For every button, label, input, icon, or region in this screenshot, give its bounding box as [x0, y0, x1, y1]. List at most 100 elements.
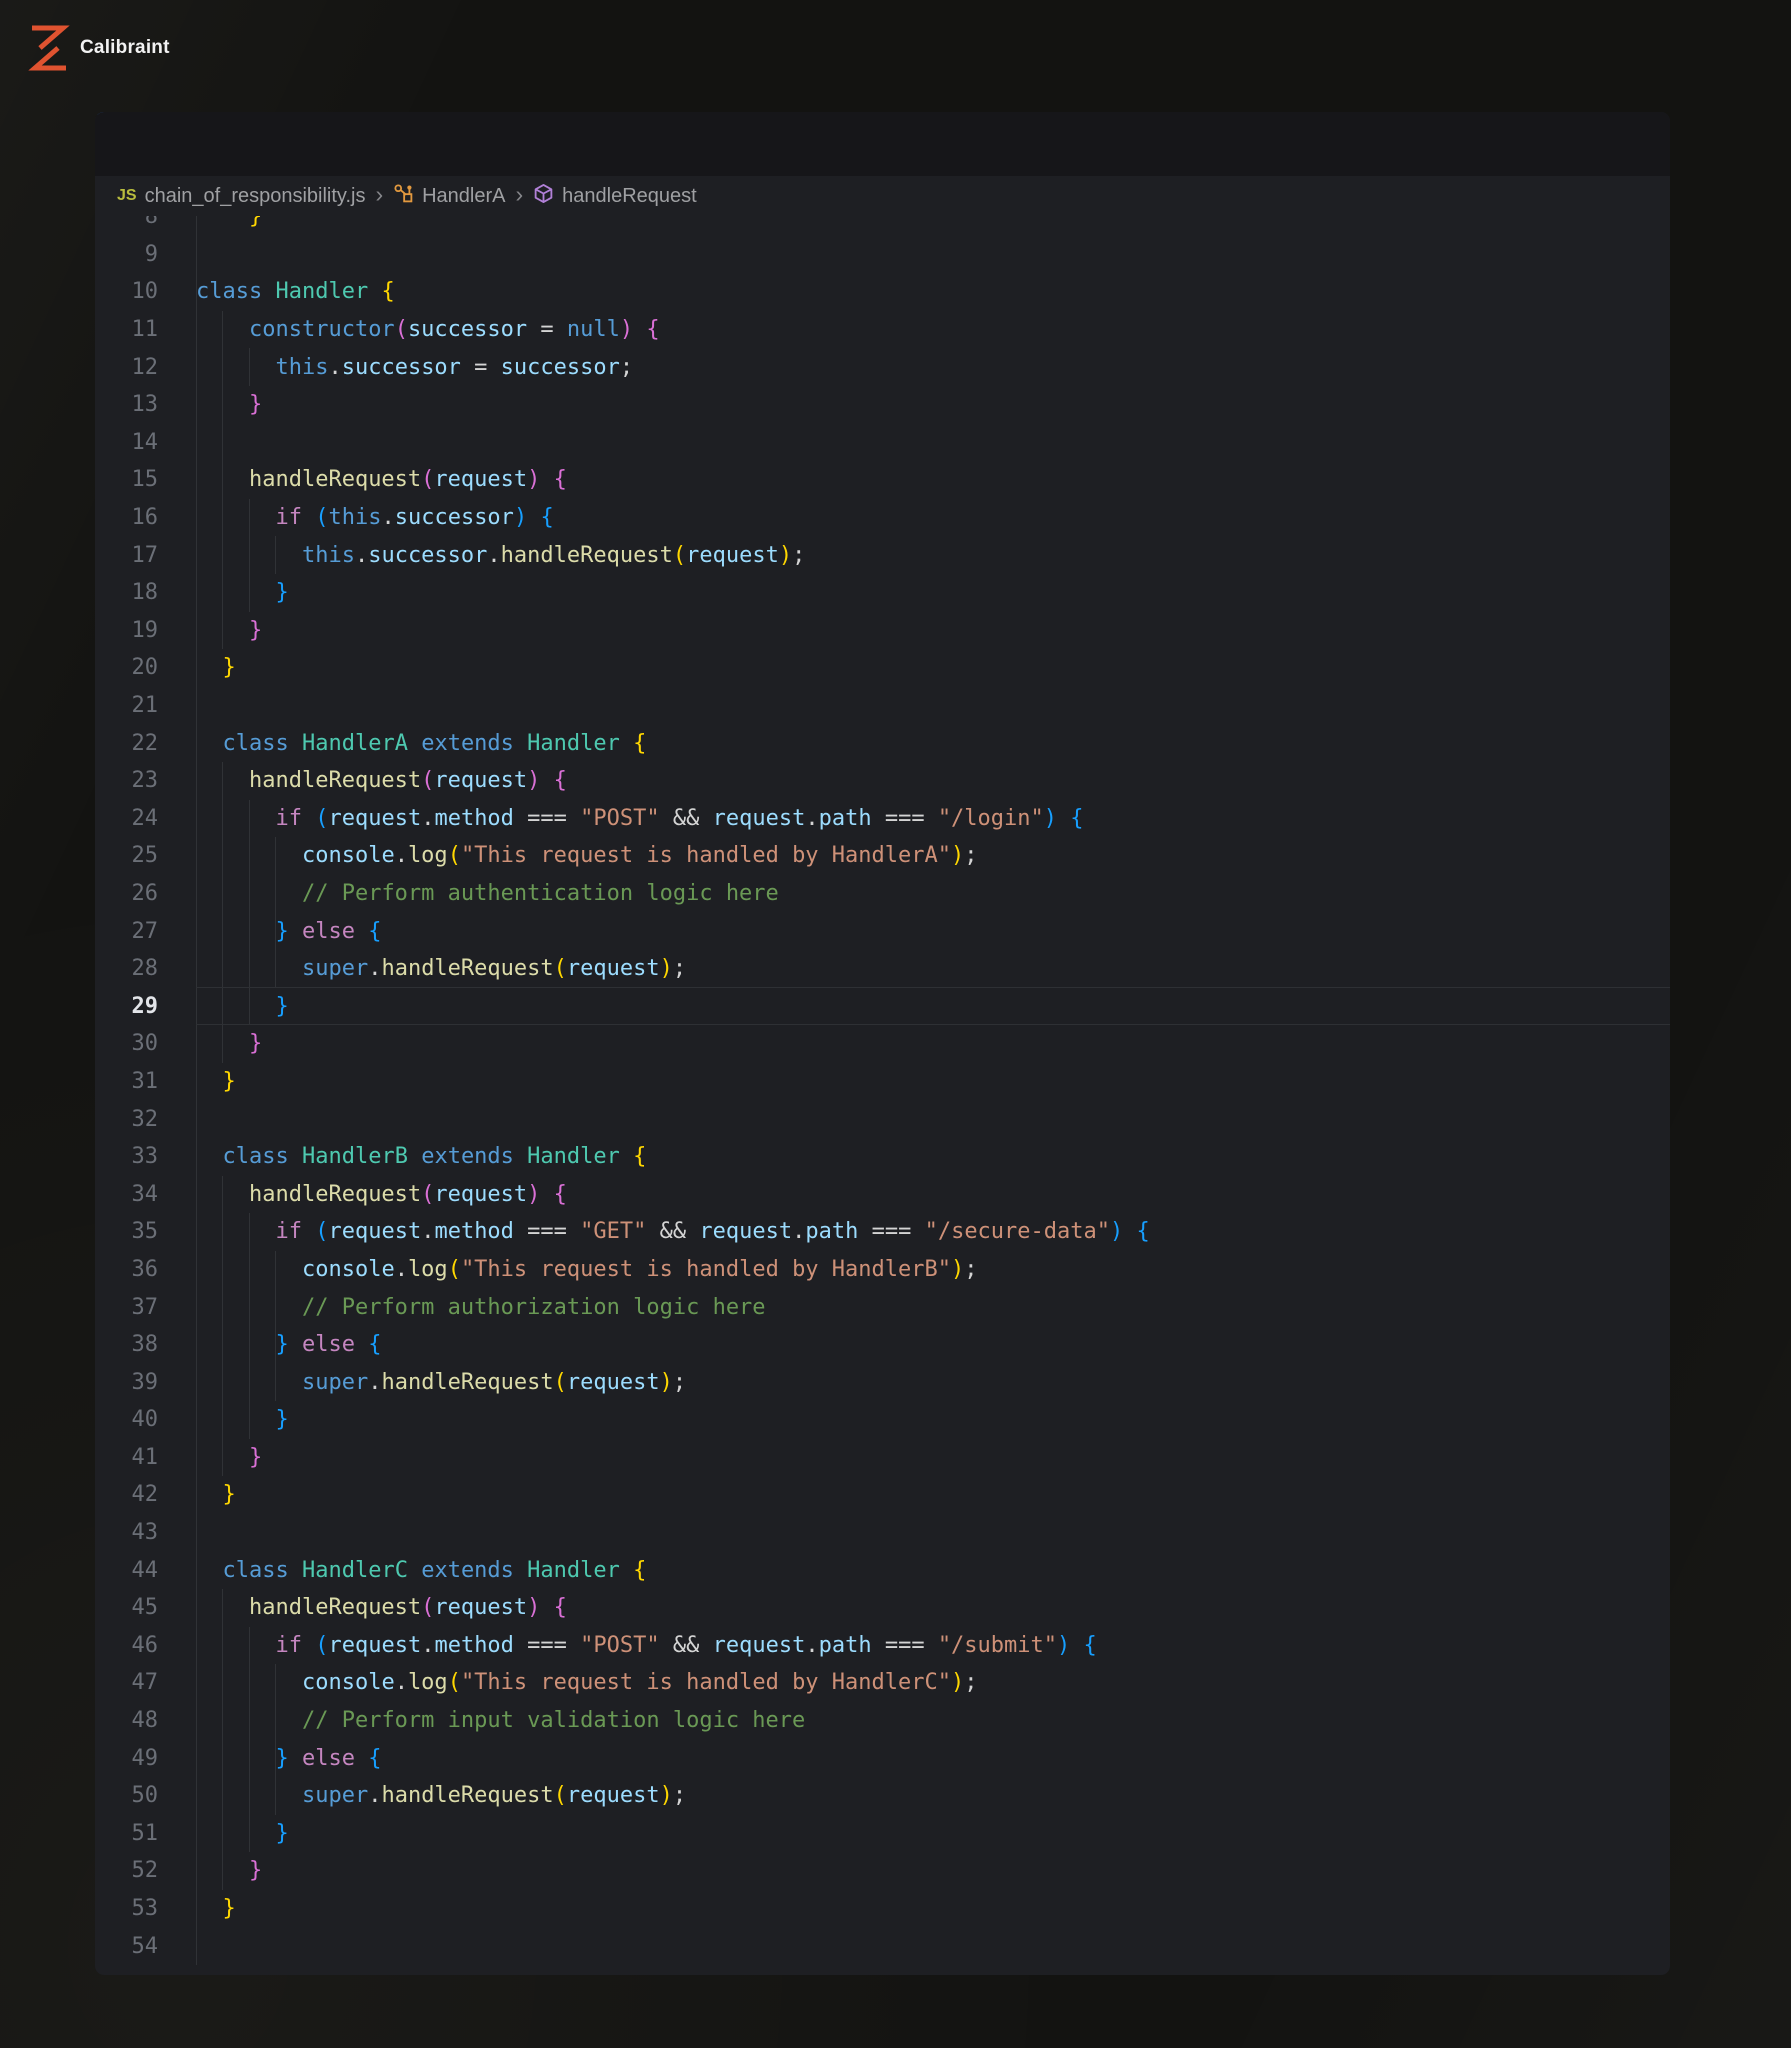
code-line[interactable]: 44 class HandlerC extends Handler {	[95, 1551, 1670, 1589]
code-line[interactable]: 13 }	[95, 386, 1670, 424]
line-number[interactable]: 41	[95, 1445, 158, 1470]
line-number[interactable]: 11	[95, 317, 158, 342]
line-number[interactable]: 47	[95, 1670, 158, 1695]
line-number[interactable]: 53	[95, 1896, 158, 1921]
code-line[interactable]: 33 class HandlerB extends Handler {	[95, 1138, 1670, 1176]
line-number[interactable]: 32	[95, 1107, 158, 1132]
line-number[interactable]: 21	[95, 693, 158, 718]
code-line[interactable]: 28 super.handleRequest(request);	[95, 950, 1670, 988]
line-number[interactable]: 51	[95, 1821, 158, 1846]
line-number[interactable]: 10	[95, 279, 158, 304]
line-number[interactable]: 46	[95, 1633, 158, 1658]
code-line[interactable]: 16 if (this.successor) {	[95, 499, 1670, 537]
line-number[interactable]: 17	[95, 543, 158, 568]
line-number[interactable]: 31	[95, 1069, 158, 1094]
line-number[interactable]: 24	[95, 806, 158, 831]
code-line[interactable]: 47 console.log("This request is handled …	[95, 1664, 1670, 1702]
code-line[interactable]: 32	[95, 1100, 1670, 1138]
line-number[interactable]: 37	[95, 1295, 158, 1320]
code-line[interactable]: 37 // Perform authorization logic here	[95, 1288, 1670, 1326]
code-line[interactable]: 30 }	[95, 1025, 1670, 1063]
code-line[interactable]: 49 } else {	[95, 1739, 1670, 1777]
code-line[interactable]: 36 console.log("This request is handled …	[95, 1251, 1670, 1289]
code-line[interactable]: 46 if (request.method === "POST" && requ…	[95, 1627, 1670, 1665]
line-number[interactable]: 42	[95, 1482, 158, 1507]
line-number[interactable]: 18	[95, 580, 158, 605]
code-line[interactable]: 50 super.handleRequest(request);	[95, 1777, 1670, 1815]
line-number[interactable]: 13	[95, 392, 158, 417]
line-number[interactable]: 28	[95, 956, 158, 981]
symbol-class-icon	[393, 183, 414, 210]
code-line[interactable]: 51 }	[95, 1815, 1670, 1853]
code-line[interactable]: 48 // Perform input validation logic her…	[95, 1702, 1670, 1740]
line-number[interactable]: 27	[95, 919, 158, 944]
code-line[interactable]: 43	[95, 1514, 1670, 1552]
code-line[interactable]: 23 handleRequest(request) {	[95, 762, 1670, 800]
code-text: }	[196, 1482, 236, 1507]
code-line[interactable]: 10class Handler {	[95, 273, 1670, 311]
line-number[interactable]: 39	[95, 1370, 158, 1395]
code-line[interactable]: 9	[95, 236, 1670, 274]
code-line[interactable]: 45 handleRequest(request) {	[95, 1589, 1670, 1627]
code-line[interactable]: 53 }	[95, 1890, 1670, 1928]
code-line[interactable]: 27 } else {	[95, 912, 1670, 950]
code-area[interactable]: 8 }910class Handler {11 constructor(succ…	[95, 198, 1670, 1965]
code-line[interactable]: 14	[95, 424, 1670, 462]
line-number[interactable]: 22	[95, 731, 158, 756]
line-number[interactable]: 26	[95, 881, 158, 906]
code-line[interactable]: 24 if (request.method === "POST" && requ…	[95, 800, 1670, 838]
breadcrumb-class[interactable]: HandlerA	[393, 183, 505, 210]
line-number[interactable]: 12	[95, 355, 158, 380]
code-line[interactable]: 40 }	[95, 1401, 1670, 1439]
code-line[interactable]: 11 constructor(successor = null) {	[95, 311, 1670, 349]
line-number[interactable]: 23	[95, 768, 158, 793]
line-number[interactable]: 16	[95, 505, 158, 530]
line-number[interactable]: 36	[95, 1257, 158, 1282]
code-line[interactable]: 34 handleRequest(request) {	[95, 1175, 1670, 1213]
line-number[interactable]: 48	[95, 1708, 158, 1733]
breadcrumb-file[interactable]: JS chain_of_responsibility.js	[117, 185, 365, 208]
code-line[interactable]: 31 }	[95, 1063, 1670, 1101]
line-number[interactable]: 38	[95, 1332, 158, 1357]
code-line[interactable]: 26 // Perform authentication logic here	[95, 875, 1670, 913]
line-number[interactable]: 50	[95, 1783, 158, 1808]
code-line[interactable]: 15 handleRequest(request) {	[95, 461, 1670, 499]
line-number[interactable]: 54	[95, 1934, 158, 1959]
line-number[interactable]: 20	[95, 655, 158, 680]
line-number[interactable]: 34	[95, 1182, 158, 1207]
code-text: } else {	[196, 1746, 381, 1771]
breadcrumb-method[interactable]: handleRequest	[533, 183, 697, 210]
code-line[interactable]: 42 }	[95, 1476, 1670, 1514]
code-line[interactable]: 17 this.successor.handleRequest(request)…	[95, 536, 1670, 574]
code-line[interactable]: 29 }	[95, 987, 1670, 1025]
line-number[interactable]: 9	[95, 242, 158, 267]
line-number[interactable]: 29	[95, 994, 158, 1019]
code-line[interactable]: 52 }	[95, 1852, 1670, 1890]
code-line[interactable]: 20 }	[95, 649, 1670, 687]
code-line[interactable]: 25 console.log("This request is handled …	[95, 837, 1670, 875]
code-line[interactable]: 22 class HandlerA extends Handler {	[95, 724, 1670, 762]
line-number[interactable]: 15	[95, 467, 158, 492]
line-number[interactable]: 43	[95, 1520, 158, 1545]
line-number[interactable]: 49	[95, 1746, 158, 1771]
line-number[interactable]: 33	[95, 1144, 158, 1169]
code-line[interactable]: 54	[95, 1927, 1670, 1965]
code-line[interactable]: 41 }	[95, 1439, 1670, 1477]
code-line[interactable]: 12 this.successor = successor;	[95, 348, 1670, 386]
line-number[interactable]: 44	[95, 1558, 158, 1583]
code-line[interactable]: 35 if (request.method === "GET" && reque…	[95, 1213, 1670, 1251]
code-line[interactable]: 39 super.handleRequest(request);	[95, 1363, 1670, 1401]
breadcrumb: JS chain_of_responsibility.js › HandlerA…	[95, 176, 1670, 216]
line-number[interactable]: 52	[95, 1858, 158, 1883]
line-number[interactable]: 19	[95, 618, 158, 643]
line-number[interactable]: 14	[95, 430, 158, 455]
code-line[interactable]: 38 } else {	[95, 1326, 1670, 1364]
code-line[interactable]: 21	[95, 687, 1670, 725]
code-line[interactable]: 18 }	[95, 574, 1670, 612]
line-number[interactable]: 25	[95, 843, 158, 868]
code-line[interactable]: 19 }	[95, 612, 1670, 650]
line-number[interactable]: 30	[95, 1031, 158, 1056]
line-number[interactable]: 35	[95, 1219, 158, 1244]
line-number[interactable]: 45	[95, 1595, 158, 1620]
line-number[interactable]: 40	[95, 1407, 158, 1432]
